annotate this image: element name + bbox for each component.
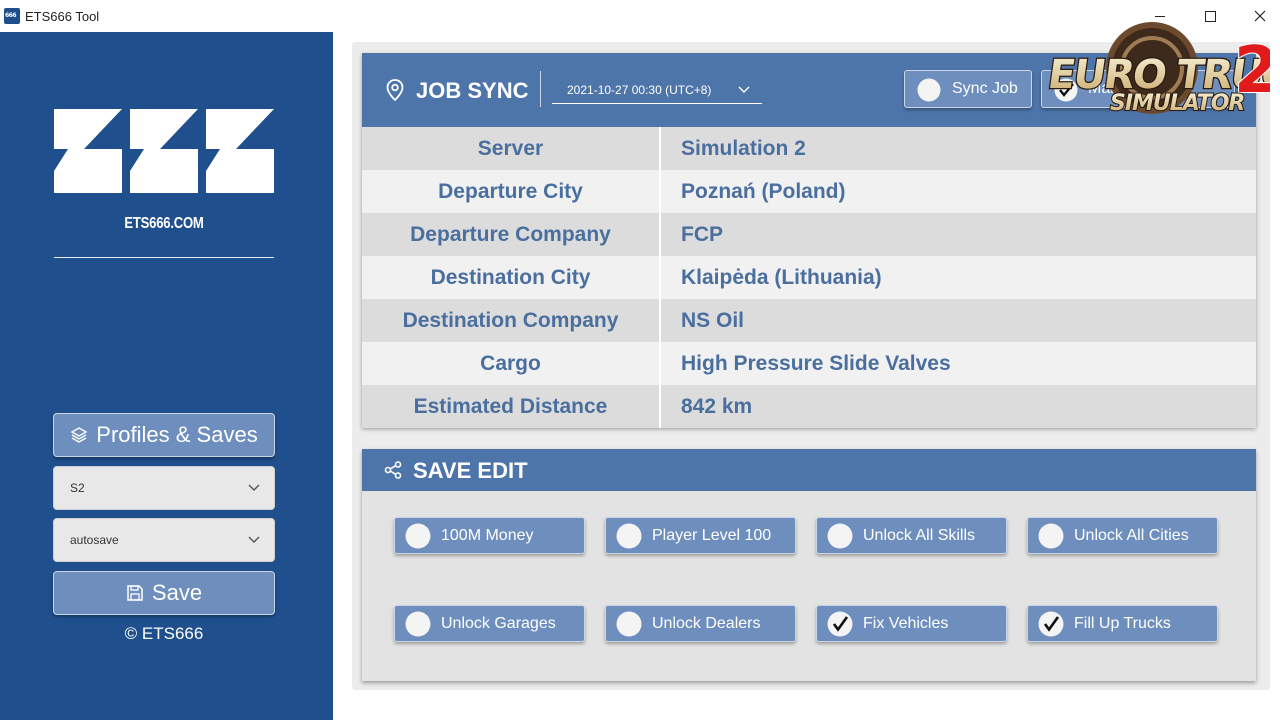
sidebar: ETS666.COM Profiles & Saves S2 autosave … (0, 32, 333, 720)
radio-unchecked-icon (827, 523, 853, 549)
sync-job-button[interactable]: Sync Job (904, 70, 1032, 108)
row-value: NS Oil (681, 309, 745, 332)
logo-line2: SIMULATOR (1110, 91, 1244, 116)
option-label: Fill Up Trucks (1074, 615, 1171, 632)
job-sync-title: JOB SYNC (416, 78, 529, 103)
euro-truck-simulator-logo: EURO TRUCK 2 SIMULATOR (1048, 22, 1270, 117)
table-row: Server Simulation 2 (362, 127, 1256, 170)
row-key: Departure Company (410, 223, 611, 246)
save-edit-panel: SAVE EDIT 100M Money Player Level 100 Un… (362, 449, 1256, 681)
profile-select[interactable]: S2 (53, 466, 275, 510)
option-player-level[interactable]: Player Level 100 (605, 517, 796, 554)
row-value: FCP (681, 223, 723, 246)
save-edit-title: SAVE EDIT (413, 458, 528, 483)
option-fill-up-trucks[interactable]: Fill Up Trucks (1027, 605, 1218, 642)
table-row: Estimated Distance 842 km (362, 385, 1256, 428)
radio-unchecked-icon (1038, 523, 1064, 549)
table-row: Departure City Poznań (Poland) (362, 170, 1256, 213)
option-label: Unlock Dealers (652, 615, 761, 632)
job-details-table: Server Simulation 2 Departure City Pozna… (362, 127, 1256, 428)
chevron-down-icon (738, 86, 750, 93)
row-value: Simulation 2 (681, 137, 806, 160)
save-select[interactable]: autosave (53, 518, 275, 562)
row-key: Departure City (438, 180, 583, 203)
radio-unchecked-icon (616, 523, 642, 549)
divider (54, 257, 274, 258)
option-unlock-skills[interactable]: Unlock All Skills (816, 517, 1007, 554)
option-label: Player Level 100 (652, 527, 772, 544)
option-unlock-garages[interactable]: Unlock Garages (394, 605, 585, 642)
save-edit-header: SAVE EDIT (362, 449, 1256, 491)
layers-icon (70, 427, 88, 443)
radio-unchecked-icon (616, 611, 642, 637)
profiles-saves-label: Profiles & Saves (96, 422, 258, 447)
floppy-disk-icon (127, 585, 143, 601)
ets666-logo (54, 109, 274, 199)
checkmark-icon (1038, 611, 1064, 637)
row-key: Estimated Distance (413, 395, 608, 418)
option-unlock-dealers[interactable]: Unlock Dealers (605, 605, 796, 642)
chevron-down-icon (248, 536, 260, 543)
option-label: Unlock All Skills (863, 527, 976, 544)
window-title: ETS666 Tool (25, 9, 100, 24)
copyright-text: © ETS666 (124, 624, 204, 643)
row-key: Destination Company (402, 309, 619, 332)
option-label: Fix Vehicles (863, 615, 949, 632)
option-label: 100M Money (441, 527, 534, 544)
radio-unchecked-icon (917, 78, 941, 102)
option-label: Unlock Garages (441, 615, 556, 632)
share-icon (384, 461, 402, 479)
divider (540, 71, 541, 107)
app-icon (4, 8, 20, 24)
sync-date-value: 2021-10-27 00:30 (UTC+8) (567, 83, 712, 97)
table-row: Destination Company NS Oil (362, 299, 1256, 342)
radio-unchecked-icon (405, 611, 431, 637)
radio-unchecked-icon (405, 523, 431, 549)
table-row: Cargo High Pressure Slide Valves (362, 342, 1256, 385)
option-fix-vehicles[interactable]: Fix Vehicles (816, 605, 1007, 642)
profiles-saves-button[interactable]: Profiles & Saves (53, 413, 275, 457)
option-100m-money[interactable]: 100M Money (394, 517, 585, 554)
row-key: Cargo (480, 352, 541, 375)
sync-date-select[interactable]: 2021-10-27 00:30 (UTC+8) (552, 75, 762, 104)
row-value: Klaipėda (Lithuania) (681, 266, 882, 289)
row-key: Server (477, 137, 544, 160)
profile-select-value: S2 (70, 481, 85, 495)
logo-url: ETS666.COM (124, 215, 204, 232)
row-value: 842 km (681, 395, 753, 418)
table-row: Destination City Klaipėda (Lithuania) (362, 256, 1256, 299)
save-button[interactable]: Save (53, 571, 275, 615)
row-value: Poznań (Poland) (681, 180, 846, 203)
option-unlock-cities[interactable]: Unlock All Cities (1027, 517, 1218, 554)
option-label: Unlock All Cities (1074, 527, 1189, 544)
table-row: Departure Company FCP (362, 213, 1256, 256)
row-key: Destination City (430, 266, 591, 289)
checkmark-icon (827, 611, 853, 637)
row-value: High Pressure Slide Valves (681, 352, 951, 375)
map-pin-icon (386, 79, 404, 101)
chevron-down-icon (248, 484, 260, 491)
save-label: Save (151, 580, 203, 605)
save-select-value: autosave (70, 533, 119, 547)
sync-job-label: Sync Job (952, 80, 1018, 97)
